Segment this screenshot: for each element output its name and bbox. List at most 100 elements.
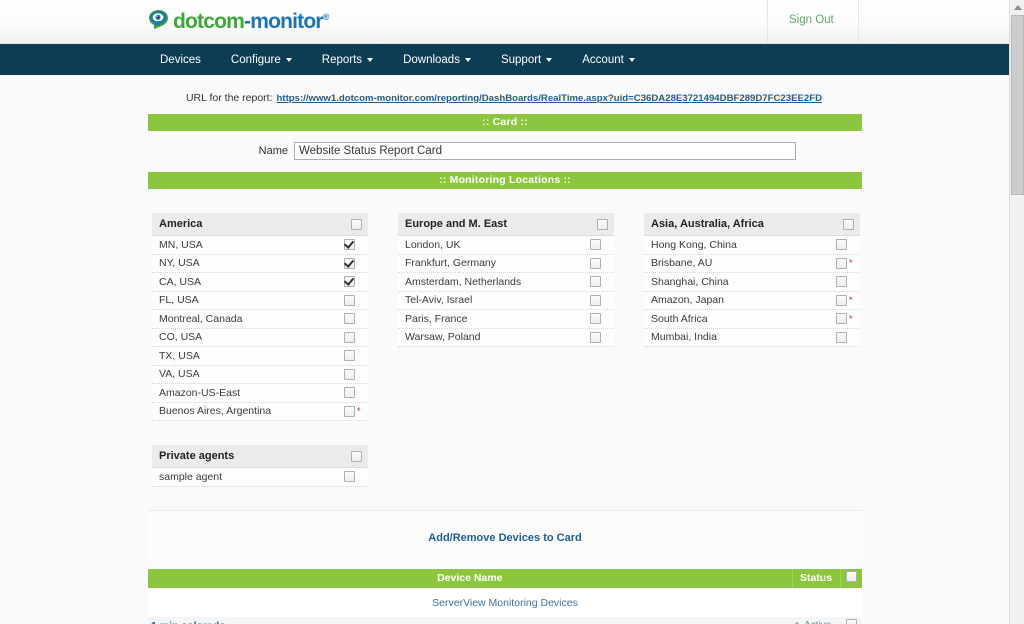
location-checkbox[interactable] [836,294,847,306]
logo-wordmark: dotcom-monitor® [173,7,329,32]
location-row[interactable]: Brisbane, AU * [644,254,860,273]
location-row[interactable]: CA, USA * [152,273,368,292]
private-agents-header[interactable]: Private agents [152,445,368,468]
location-row[interactable]: MN, USA * [152,236,368,255]
devices-column-name[interactable]: Device Name [148,568,793,588]
add-remove-devices-link[interactable]: Add/Remove Devices to Card [428,532,581,544]
location-label: Mumbai, India [651,331,717,344]
location-label: South Africa [651,312,708,325]
private-agent-checkbox[interactable] [344,471,355,483]
location-checkbox[interactable] [590,331,601,343]
table-row[interactable]: 1 min colorado Active [148,616,862,624]
private-agent-row[interactable]: sample agent * [152,468,368,487]
location-row[interactable]: Montreal, Canada * [152,310,368,329]
devices-column-select-all[interactable] [840,568,862,588]
logo[interactable]: dotcom-monitor® [148,7,329,32]
location-checkbox[interactable] [836,276,847,288]
nav-item-downloads[interactable]: Downloads [403,54,471,66]
location-checkbox[interactable] [836,257,847,269]
location-star: * [849,258,853,269]
location-checkbox[interactable] [344,405,355,417]
location-star: * [849,313,853,324]
location-group-america: America MN, USA * NY, USA * CA, USA [152,213,368,421]
location-label: Hong Kong, China [651,238,737,251]
location-row[interactable]: Shanghai, China * [644,273,860,292]
location-row[interactable]: Amazon-US-East * [152,384,368,403]
location-checkbox[interactable] [344,313,355,325]
location-row[interactable]: FL, USA * [152,291,368,310]
location-row[interactable]: Amsterdam, Netherlands * [398,273,614,292]
scroll-up-arrow-icon[interactable] [1010,0,1024,15]
location-group-header-europe[interactable]: Europe and M. East [398,213,614,236]
location-group-checkbox-europe[interactable] [597,218,608,230]
location-group-checkbox-america[interactable] [351,218,362,230]
nav-item-devices[interactable]: Devices [160,54,201,66]
device-select-checkbox[interactable] [845,618,857,624]
location-row[interactable]: Mumbai, India * [644,328,860,347]
location-checkbox[interactable] [590,313,601,325]
location-group-checkbox-asia[interactable] [843,218,854,230]
location-checkbox[interactable] [836,313,847,325]
location-checkbox[interactable] [590,276,601,288]
location-row[interactable]: CO, USA * [152,328,368,347]
devices-table-header-row: Device Name Status [148,568,862,588]
header-divider-right [858,0,859,44]
location-row[interactable]: Paris, France * [398,310,614,329]
location-checkbox[interactable] [590,257,601,269]
nav-item-account[interactable]: Account [582,54,635,66]
location-star: * [849,295,853,306]
location-row[interactable]: Hong Kong, China * [644,236,860,255]
header-divider-left [767,0,768,44]
location-label: CA, USA [159,275,202,288]
location-checkbox[interactable] [836,331,847,343]
report-url-link[interactable]: https://www1.dotcom-monitor.com/reportin… [277,93,823,104]
location-label: Amsterdam, Netherlands [405,275,522,288]
location-checkbox[interactable] [344,294,355,306]
nav-item-support[interactable]: Support [501,54,553,66]
card-name-input[interactable] [294,142,796,160]
location-label: Amazon, Japan [651,294,724,307]
card-section-header: :: Card :: [148,114,862,131]
location-label: Brisbane, AU [651,257,713,270]
device-status-cell: Active [792,616,840,624]
nav-item-configure[interactable]: Configure [231,54,292,66]
chevron-down-icon [628,57,635,62]
chevron-down-icon [464,57,471,62]
location-row[interactable]: Warsaw, Poland * [398,328,614,347]
device-select-cell[interactable] [840,616,862,624]
private-agents-checkbox[interactable] [351,450,362,462]
location-checkbox[interactable] [344,387,355,399]
location-checkbox[interactable] [590,294,601,306]
location-row[interactable]: VA, USA * [152,365,368,384]
sign-out-link[interactable]: Sign Out [789,14,834,26]
devices-select-all-checkbox[interactable] [845,571,857,582]
nav-item-reports[interactable]: Reports [322,54,374,66]
location-group-header-america[interactable]: America [152,213,368,236]
devices-table: Device Name Status ServerView Monitoring… [148,568,862,624]
devices-column-status[interactable]: Status [792,568,841,588]
location-label: Tel-Aviv, Israel [405,294,473,307]
location-row[interactable]: Frankfurt, Germany * [398,254,614,273]
device-name-link[interactable]: 1 min colorado [148,616,792,624]
location-row[interactable]: London, UK * [398,236,614,255]
location-checkbox[interactable] [344,331,355,343]
location-row[interactable]: Amazon, Japan * [644,291,860,310]
logo-registered-mark: ® [322,12,330,22]
location-checkbox[interactable] [344,368,355,380]
location-group-header-asia[interactable]: Asia, Australia, Africa [644,213,860,236]
location-checkbox[interactable] [344,276,355,288]
location-checkbox[interactable] [836,239,847,251]
location-checkbox[interactable] [590,239,601,251]
location-checkbox[interactable] [344,350,355,362]
location-row[interactable]: NY, USA * [152,254,368,273]
location-row[interactable]: Buenos Aires, Argentina * [152,402,368,421]
location-checkbox[interactable] [344,257,355,269]
logo-word-monitor: -monitor [244,10,324,33]
location-row[interactable]: Tel-Aviv, Israel * [398,291,614,310]
page-scrollbar[interactable] [1009,0,1024,624]
location-checkbox[interactable] [344,239,355,251]
nav-label-configure: Configure [230,53,281,66]
location-row[interactable]: TX, USA * [152,347,368,366]
location-row[interactable]: South Africa * [644,310,860,329]
scrollbar-thumb[interactable] [1011,15,1024,195]
